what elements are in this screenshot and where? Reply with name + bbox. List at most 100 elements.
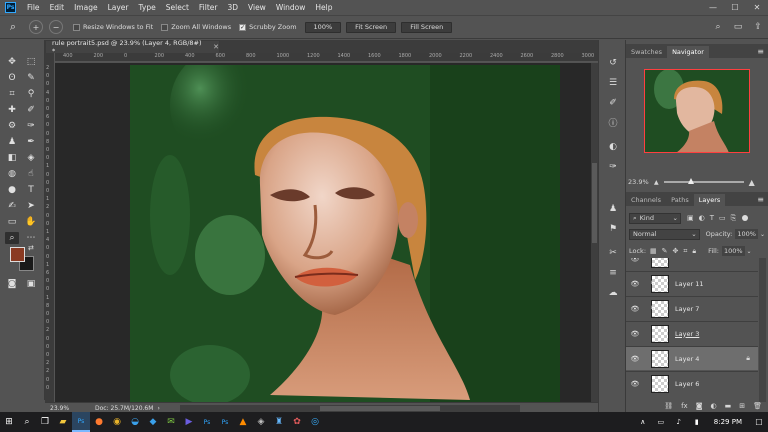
layer-row-layer-4[interactable]: 👁︎ Layer 4 🔒︎ bbox=[626, 346, 758, 370]
notifications-icon[interactable]: ☐ bbox=[750, 412, 768, 432]
search-icon[interactable]: ⌕ bbox=[18, 412, 36, 432]
edge-icon[interactable]: ◒ bbox=[126, 412, 144, 432]
layer-row-layer-7[interactable]: 👁︎ ↳ Layer 7 bbox=[626, 296, 758, 320]
document-tab[interactable]: rule portrait5.psd @ 23.9% (Layer 4, RGB… bbox=[45, 39, 220, 55]
media-player-icon[interactable]: ▲ bbox=[234, 412, 252, 432]
healing-brush-tool-icon[interactable]: ✚ bbox=[5, 104, 19, 116]
resize-windows-checkbox[interactable]: Resize Windows to Fit bbox=[73, 23, 153, 31]
painting-canvas[interactable] bbox=[130, 65, 560, 402]
menu-layer[interactable]: Layer bbox=[103, 3, 134, 12]
adjustment-layer-icon[interactable]: ◐ bbox=[711, 402, 717, 410]
canvas-area[interactable] bbox=[55, 63, 591, 402]
lasso-tool-icon[interactable]: ʘ bbox=[5, 72, 19, 84]
visibility-eye-icon[interactable]: 👁︎ bbox=[629, 330, 641, 338]
add-mask-icon[interactable]: ◙ bbox=[696, 402, 703, 410]
eyedropper-tool-icon[interactable]: ⚲ bbox=[24, 88, 38, 100]
actions-icon[interactable]: ≡ bbox=[606, 266, 620, 279]
panel-menu-icon[interactable]: ≡ bbox=[757, 47, 764, 56]
history-brush-tool-icon[interactable]: ✑ bbox=[24, 120, 38, 132]
menu-edit[interactable]: Edit bbox=[45, 3, 70, 12]
task-view-icon[interactable]: ❐ bbox=[36, 412, 54, 432]
filter-toggle-icon[interactable] bbox=[742, 215, 749, 221]
filter-shape-icon[interactable]: ▭ bbox=[719, 214, 726, 222]
layer-name[interactable]: Layer 6 bbox=[675, 380, 699, 388]
history-icon[interactable]: ↺ bbox=[606, 56, 620, 69]
firefox-icon[interactable]: ● bbox=[90, 412, 108, 432]
scrubby-zoom-checkbox[interactable]: ✓ Scrubby Zoom bbox=[239, 23, 297, 31]
pen-tool-icon[interactable]: ✍ bbox=[5, 200, 19, 212]
lock-image-icon[interactable]: ✎ bbox=[662, 247, 668, 255]
menu-view[interactable]: View bbox=[243, 3, 271, 12]
smudge-tool-icon[interactable]: ☝ bbox=[24, 168, 38, 180]
view-box[interactable] bbox=[644, 69, 750, 153]
menu-filter[interactable]: Filter bbox=[194, 3, 223, 12]
styles-icon[interactable]: ⚑ bbox=[606, 222, 620, 235]
photoshop-taskbar-icon[interactable]: Ps bbox=[72, 412, 90, 432]
more-tools-icon[interactable]: ⋯ bbox=[24, 232, 38, 244]
filter-kind-select[interactable]: ⌕ Kind ⌄ bbox=[629, 212, 681, 224]
layer-name[interactable]: Layer 7 bbox=[675, 305, 699, 313]
stamp-tool-icon[interactable]: ♟ bbox=[5, 136, 19, 148]
tab-paths[interactable]: Paths bbox=[666, 194, 694, 206]
foreground-color-swatch[interactable] bbox=[10, 247, 25, 262]
close-tab-icon[interactable]: ✕ bbox=[213, 43, 219, 51]
swap-colors-icon[interactable]: ⇄ bbox=[28, 244, 34, 252]
menu-help[interactable]: Help bbox=[310, 3, 337, 12]
filter-pixel-icon[interactable]: ▣ bbox=[687, 214, 694, 222]
brush-settings-icon[interactable]: ✐ bbox=[606, 96, 620, 109]
fill-screen-button[interactable]: Fill Screen bbox=[401, 21, 453, 33]
file-explorer-icon[interactable]: ▰ bbox=[54, 412, 72, 432]
paint-bucket-tool-icon[interactable]: ◈ bbox=[24, 152, 38, 164]
move-tool-icon[interactable]: ✥ bbox=[5, 56, 19, 68]
tool-presets-icon[interactable]: ✂ bbox=[606, 246, 620, 259]
quick-mask-icon[interactable]: ◙ bbox=[5, 278, 19, 290]
layer-row-layer-11[interactable]: 👁︎ ↳ Layer 11 bbox=[626, 271, 758, 295]
tab-swatches[interactable]: Swatches bbox=[626, 46, 667, 58]
lock-position-icon[interactable]: ✥ bbox=[673, 247, 679, 255]
filter-smart-object-icon[interactable]: ⎘ bbox=[731, 214, 737, 223]
blur-tool-icon[interactable]: ◍ bbox=[5, 168, 19, 180]
system-tray-chevron-icon[interactable]: ∧ bbox=[634, 412, 652, 432]
zoom-all-windows-checkbox[interactable]: Zoom All Windows bbox=[161, 23, 231, 31]
windows-start-icon[interactable]: ⊞ bbox=[0, 412, 18, 432]
battery-icon[interactable]: ▮ bbox=[688, 412, 706, 432]
menu-image[interactable]: Image bbox=[69, 3, 103, 12]
layer-name[interactable]: Layer 11 bbox=[675, 280, 703, 288]
zoom-out-mountain-icon[interactable]: ▲ bbox=[654, 179, 659, 186]
navigator-zoom[interactable]: 23.9% bbox=[628, 178, 654, 186]
fit-screen-button[interactable]: Fit Screen bbox=[346, 21, 397, 33]
crop-tool-icon[interactable]: ⌗ bbox=[5, 88, 19, 100]
share-icon[interactable]: ⇪ bbox=[748, 22, 768, 32]
marquee-tool-icon[interactable]: ⬚ bbox=[24, 56, 38, 68]
vertical-scrollbar[interactable] bbox=[591, 63, 598, 402]
type-tool-icon[interactable]: T bbox=[24, 184, 38, 196]
maximize-icon[interactable]: ☐ bbox=[724, 0, 746, 15]
link-layers-icon[interactable]: ⛓ bbox=[664, 402, 673, 410]
opacity-dropdown-icon[interactable]: ⌄ bbox=[760, 231, 765, 238]
brush-tool-icon[interactable]: ✐ bbox=[24, 104, 38, 116]
libraries-icon[interactable]: ☁ bbox=[606, 286, 620, 299]
store-icon[interactable]: ◆ bbox=[144, 412, 162, 432]
shape-tool-icon[interactable]: ▭ bbox=[5, 216, 19, 228]
game-icon[interactable]: ♜ bbox=[270, 412, 288, 432]
layers-scrollbar[interactable] bbox=[759, 258, 766, 402]
blend-mode-select[interactable]: Normal ⌄ bbox=[629, 228, 700, 240]
status-menu-icon[interactable]: › bbox=[157, 405, 159, 412]
lock-artboard-icon[interactable]: ⌗ bbox=[683, 247, 687, 256]
lock-transparent-icon[interactable]: ▦ bbox=[650, 247, 657, 255]
properties-icon[interactable]: ☰ bbox=[606, 76, 620, 89]
menu-file[interactable]: File bbox=[22, 3, 45, 12]
menu-window[interactable]: Window bbox=[271, 3, 311, 12]
visibility-eye-icon[interactable]: 👁︎ bbox=[629, 355, 641, 363]
screen-mode-icon[interactable]: ▣ bbox=[24, 278, 38, 290]
search-icon[interactable]: ⌕ bbox=[708, 22, 728, 32]
path-selection-tool-icon[interactable]: ➤ bbox=[24, 200, 38, 212]
layer-row-layer-3[interactable]: 👁︎ Layer 3 bbox=[626, 321, 758, 345]
delete-layer-icon[interactable]: 🗑︎ bbox=[753, 402, 762, 410]
quick-selection-tool-icon[interactable]: ✎ bbox=[24, 72, 38, 84]
info-icon[interactable]: ⓘ bbox=[606, 116, 620, 129]
filter-type-icon[interactable]: T bbox=[710, 214, 714, 222]
clock-time[interactable]: 8:29 PM bbox=[714, 418, 742, 426]
panel-menu-icon[interactable]: ≡ bbox=[757, 195, 764, 204]
layer-name[interactable]: Layer 4 bbox=[675, 355, 699, 363]
